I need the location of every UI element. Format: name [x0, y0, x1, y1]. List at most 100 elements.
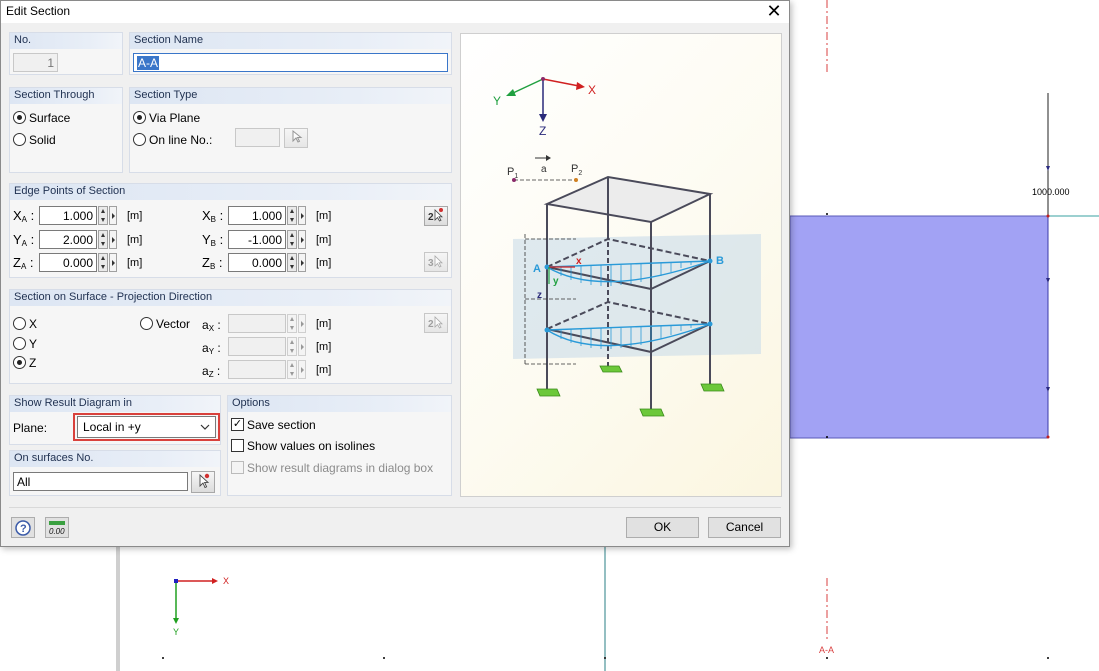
- svg-text:P2: P2: [571, 163, 582, 177]
- xb-spinner[interactable]: [287, 206, 297, 225]
- surfaces-input[interactable]: All: [13, 472, 188, 491]
- svg-text:X: X: [588, 83, 596, 97]
- section-through-label: Section Through: [14, 89, 95, 101]
- surfaces-label: On surfaces No.: [14, 452, 94, 464]
- za-label: ZA :: [13, 255, 34, 271]
- zb-spinner[interactable]: [287, 253, 297, 272]
- no-group: No. 1: [9, 32, 123, 75]
- ay-input: [228, 337, 286, 356]
- section-name-value: A-A: [137, 56, 160, 70]
- section-type-label: Section Type: [134, 89, 198, 101]
- pick-three-points-button: 3: [424, 252, 448, 272]
- section-type-group: Section Type Via Plane On line No.:: [129, 87, 452, 173]
- surface-radio-label: Surface: [29, 111, 71, 125]
- via-plane-label: Via Plane: [149, 111, 201, 125]
- units-button[interactable]: 0.00: [45, 517, 69, 538]
- ya-menu-arrow[interactable]: [109, 230, 117, 249]
- ay-label: aY :: [202, 341, 221, 356]
- zb-menu-arrow[interactable]: [298, 253, 306, 272]
- canvas-axis-y-label: Y: [173, 627, 180, 637]
- pick-cursor-icon: [292, 129, 303, 143]
- svg-text:y: y: [553, 276, 559, 287]
- units-icon: 0.00: [49, 521, 65, 536]
- ax-unit: [m]: [316, 318, 332, 330]
- solid-radio[interactable]: [13, 133, 26, 146]
- proj-z-radio[interactable]: [13, 356, 26, 369]
- ya-input[interactable]: 2.000: [39, 230, 97, 249]
- on-line-radio[interactable]: [133, 133, 146, 146]
- help-button[interactable]: ?: [11, 517, 35, 538]
- edit-section-dialog: Edit Section ✕ No. 1 Section Name A-A Se…: [0, 0, 790, 547]
- edge-points-label: Edge Points of Section: [14, 185, 126, 197]
- no-field: 1: [13, 53, 58, 72]
- ax-input: [228, 314, 286, 333]
- no-label: No.: [14, 34, 32, 46]
- surface-radio[interactable]: [13, 111, 26, 124]
- plane-dropdown[interactable]: Local in +y: [77, 416, 216, 438]
- svg-text:z: z: [537, 290, 542, 301]
- yb-label: YB :: [202, 232, 224, 248]
- cancel-button[interactable]: Cancel: [708, 517, 781, 538]
- ay-spinner: [287, 337, 297, 356]
- ax-spinner: [287, 314, 297, 333]
- ay-unit: [m]: [316, 341, 332, 353]
- close-button[interactable]: ✕: [759, 1, 789, 23]
- zb-input[interactable]: 0.000: [228, 253, 286, 272]
- projection-label: Section on Surface - Projection Directio…: [14, 291, 213, 303]
- ax-menu-arrow: [298, 314, 306, 333]
- yb-spinner[interactable]: [287, 230, 297, 249]
- za-spinner[interactable]: [98, 253, 108, 272]
- projection-group: Section on Surface - Projection Directio…: [9, 289, 452, 384]
- chevron-down-icon: [200, 418, 210, 439]
- pick-line-button: [284, 128, 308, 148]
- xb-menu-arrow[interactable]: [298, 206, 306, 225]
- za-unit: [m]: [127, 257, 143, 269]
- title-bar[interactable]: Edit Section ✕: [1, 1, 789, 23]
- xa-input[interactable]: 1.000: [39, 206, 97, 225]
- solid-radio-label: Solid: [29, 133, 56, 147]
- proj-z-label: Z: [29, 356, 37, 370]
- pick-two-points-button[interactable]: 2: [424, 206, 448, 226]
- proj-y-radio[interactable]: [13, 337, 26, 350]
- section-name-group: Section Name A-A: [129, 32, 452, 75]
- zb-unit: [m]: [316, 257, 332, 269]
- on-line-label: On line No.:: [149, 133, 213, 147]
- ok-button[interactable]: OK: [626, 517, 699, 538]
- section-marker-label: A-A: [819, 645, 835, 655]
- az-input: [228, 360, 286, 379]
- pick-cursor-icon: [199, 473, 210, 489]
- section-name-label: Section Name: [134, 34, 204, 46]
- options-group: Options ✓ Save section Show values on is…: [227, 395, 452, 496]
- section-through-group: Section Through Surface Solid: [9, 87, 123, 173]
- xb-label: XB :: [202, 208, 224, 224]
- pick-surfaces-button[interactable]: [191, 471, 215, 493]
- svg-text:Y: Y: [493, 94, 501, 108]
- via-plane-radio[interactable]: [133, 111, 146, 124]
- ya-spinner[interactable]: [98, 230, 108, 249]
- pick-vector-icon: 2: [428, 316, 443, 330]
- yb-input[interactable]: -1.000: [228, 230, 286, 249]
- ya-unit: [m]: [127, 234, 143, 246]
- result-diagram-label: Show Result Diagram in: [14, 397, 132, 409]
- xa-spinner[interactable]: [98, 206, 108, 225]
- xa-label: XA :: [13, 208, 35, 224]
- line-no-field: [235, 128, 280, 147]
- proj-vector-radio[interactable]: [140, 317, 153, 330]
- xa-menu-arrow[interactable]: [109, 206, 117, 225]
- surfaces-group: On surfaces No. All: [9, 450, 221, 496]
- yb-menu-arrow[interactable]: [298, 230, 306, 249]
- xb-input[interactable]: 1.000: [228, 206, 286, 225]
- az-menu-arrow: [298, 360, 306, 379]
- show-values-checkbox[interactable]: [231, 439, 244, 452]
- za-input[interactable]: 0.000: [39, 253, 97, 272]
- proj-x-radio[interactable]: [13, 317, 26, 330]
- section-name-input[interactable]: A-A: [133, 53, 448, 72]
- save-section-checkbox[interactable]: ✓: [231, 418, 244, 431]
- help-icon: ?: [15, 520, 31, 536]
- za-menu-arrow[interactable]: [109, 253, 117, 272]
- global-axes-icon: X Y Z: [493, 77, 596, 138]
- xa-unit: [m]: [127, 210, 143, 222]
- footer-separator: [9, 507, 781, 508]
- ya-label: YA :: [13, 232, 35, 248]
- az-label: aZ :: [202, 364, 221, 379]
